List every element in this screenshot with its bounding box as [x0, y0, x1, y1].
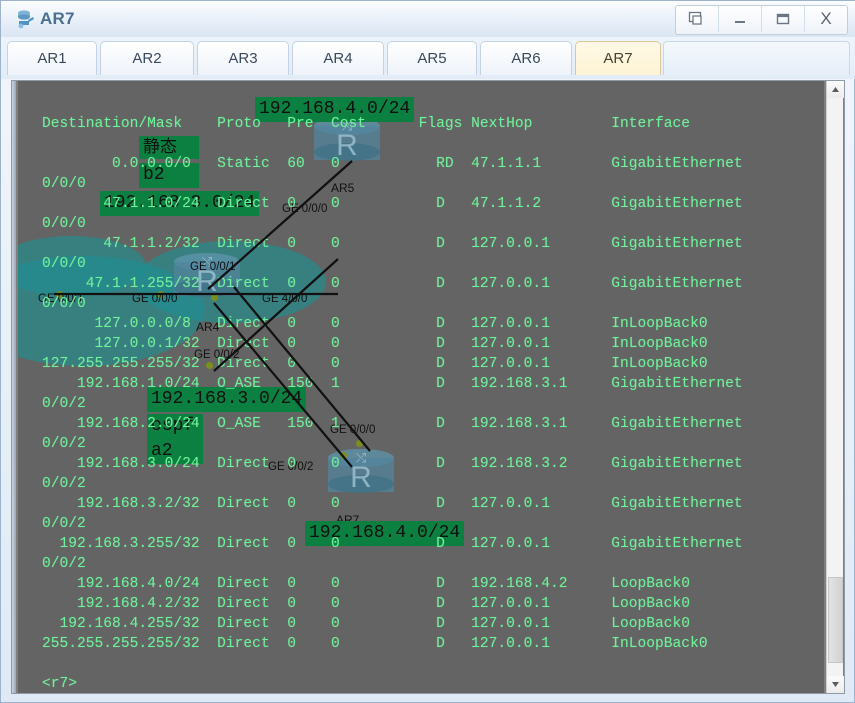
window-controls: X: [675, 5, 848, 35]
terminal-scrollbar[interactable]: [826, 81, 844, 693]
window-title: AR7: [40, 9, 75, 28]
tab-ar2[interactable]: AR2: [100, 41, 194, 75]
routing-table-output: Destination/Mask Proto Pre Cost Flags Ne…: [42, 115, 743, 692]
tab-ar5[interactable]: AR5: [387, 41, 477, 75]
tab-ar7[interactable]: AR7: [575, 41, 661, 75]
minimize-button[interactable]: [719, 6, 762, 32]
terminal-frame: Destination/Mask Proto Pre Cost Flags Ne…: [11, 80, 845, 694]
scroll-up-arrow-icon[interactable]: [827, 81, 844, 98]
router-console-window: AR7 X AR1 AR2 AR3 AR4 AR5 AR6 AR7 Destin…: [0, 0, 855, 703]
device-tab-strip: AR1 AR2 AR3 AR4 AR5 AR6 AR7: [1, 37, 855, 79]
restore-button[interactable]: [676, 6, 719, 32]
maximize-button[interactable]: [762, 6, 805, 32]
scroll-down-arrow-icon[interactable]: [827, 676, 844, 693]
tab-ar3[interactable]: AR3: [197, 41, 289, 75]
terminal-console[interactable]: Destination/Mask Proto Pre Cost Flags Ne…: [18, 81, 824, 693]
tab-strip-filler: [663, 41, 850, 75]
window-titlebar: AR7 X: [1, 1, 855, 37]
close-button[interactable]: X: [805, 6, 847, 32]
router-console-icon: [15, 8, 37, 30]
tab-ar4[interactable]: AR4: [292, 41, 384, 75]
tab-ar6[interactable]: AR6: [480, 41, 572, 75]
tab-ar1[interactable]: AR1: [7, 41, 97, 75]
scrollbar-thumb[interactable]: [828, 577, 843, 663]
